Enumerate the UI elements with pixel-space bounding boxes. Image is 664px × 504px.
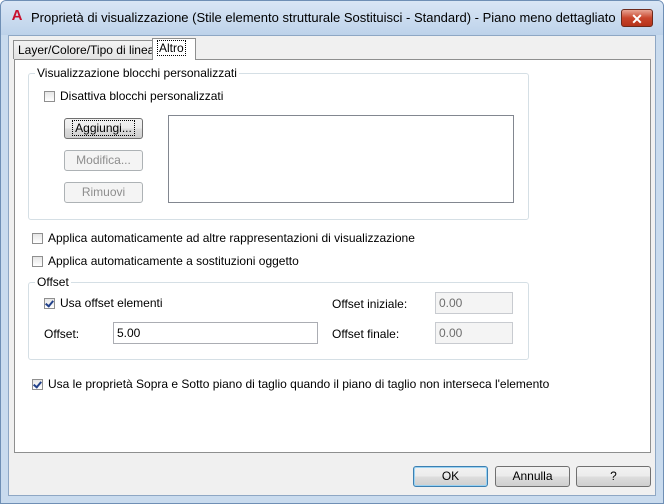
- end-offset-label: Offset finale:: [332, 327, 400, 341]
- offset-legend: Offset: [35, 275, 71, 289]
- add-block-label: Aggiungi...: [72, 120, 135, 136]
- window-title: Proprietà di visualizzazione (Stile elem…: [31, 10, 616, 25]
- tab-label: Altro: [157, 40, 186, 56]
- disable-custom-blocks-label: Disattiva blocchi personalizzati: [60, 89, 224, 103]
- use-element-offset-checkbox[interactable]: [44, 297, 55, 309]
- disable-custom-blocks-checkbox[interactable]: [44, 90, 55, 102]
- apply-other-representations-row[interactable]: Applica automaticamente ad altre rappres…: [32, 231, 415, 245]
- use-element-offset-label: Usa offset elementi: [60, 296, 163, 310]
- title-bar[interactable]: A Proprietà di visualizzazione (Stile el…: [1, 1, 663, 35]
- ok-button[interactable]: OK: [413, 466, 488, 487]
- use-cut-plane-properties-row[interactable]: Usa le proprietà Sopra e Sotto piano di …: [32, 377, 549, 391]
- use-cut-plane-properties-checkbox[interactable]: [32, 378, 43, 390]
- start-offset-label: Offset iniziale:: [332, 297, 408, 311]
- tab-altro[interactable]: Altro: [152, 38, 196, 60]
- custom-blocks-legend: Visualizzazione blocchi personalizzati: [35, 66, 239, 80]
- apply-object-overrides-label: Applica automaticamente a sostituzioni o…: [48, 254, 299, 268]
- offset-input[interactable]: 5.00: [113, 322, 318, 344]
- tab-label: Layer/Colore/Tipo di linea: [18, 43, 155, 57]
- help-button[interactable]: ?: [576, 466, 651, 487]
- autocad-app-icon: A: [11, 7, 23, 24]
- cancel-button[interactable]: Annulla: [495, 466, 570, 487]
- close-button[interactable]: ✕: [621, 9, 653, 27]
- disable-custom-blocks-row[interactable]: Disattiva blocchi personalizzati: [44, 89, 223, 103]
- apply-object-overrides-checkbox[interactable]: [32, 255, 43, 267]
- offset-label: Offset:: [44, 327, 80, 341]
- use-cut-plane-properties-label: Usa le proprietà Sopra e Sotto piano di …: [48, 377, 550, 391]
- apply-object-overrides-row[interactable]: Applica automaticamente a sostituzioni o…: [32, 254, 299, 268]
- offset-group: Offset Usa offset elementi Offset: 5.00 …: [28, 275, 529, 360]
- use-element-offset-row[interactable]: Usa offset elementi: [44, 296, 163, 310]
- end-offset-input[interactable]: 0.00: [435, 322, 513, 344]
- tab-panel-altro: Visualizzazione blocchi personalizzati D…: [14, 59, 651, 453]
- custom-blocks-list[interactable]: [168, 115, 514, 203]
- tab-layer-color-linetype[interactable]: Layer/Colore/Tipo di linea: [13, 40, 155, 59]
- apply-other-representations-checkbox[interactable]: [32, 232, 43, 244]
- apply-other-representations-label: Applica automaticamente ad altre rappres…: [48, 231, 415, 245]
- dialog-window: A Proprietà di visualizzazione (Stile el…: [0, 0, 664, 504]
- add-block-button[interactable]: Aggiungi...: [64, 118, 143, 139]
- custom-blocks-group: Visualizzazione blocchi personalizzati D…: [28, 66, 529, 220]
- edit-block-button[interactable]: Modifica...: [64, 150, 143, 171]
- start-offset-input[interactable]: 0.00: [435, 292, 513, 314]
- remove-block-button[interactable]: Rimuovi: [64, 182, 143, 203]
- dialog-client-area: Layer/Colore/Tipo di linea Altro Visuali…: [8, 35, 656, 496]
